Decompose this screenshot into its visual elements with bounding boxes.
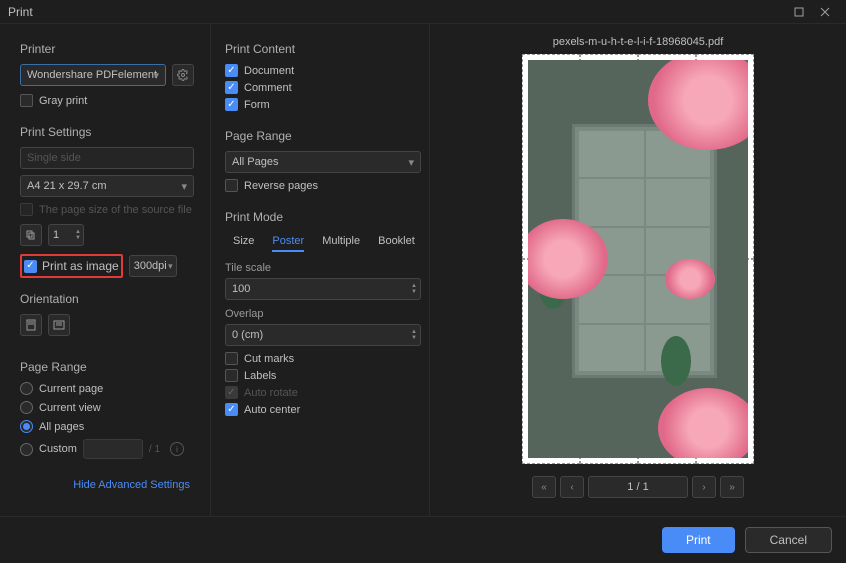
page-range-mid-label: Page Range: [225, 129, 421, 143]
pager-first-button[interactable]: «: [532, 476, 556, 498]
tab-size[interactable]: Size: [233, 232, 254, 252]
copies-icon: [20, 224, 42, 246]
tile-scale-label: Tile scale: [225, 262, 421, 274]
dpi-value: 300dpi: [134, 260, 167, 272]
custom-radio[interactable]: Custom / 1 i: [20, 439, 194, 459]
printer-select-value: Wondershare PDFelement: [27, 69, 157, 81]
hide-advanced-link[interactable]: Hide Advanced Settings: [20, 479, 194, 491]
cancel-button[interactable]: Cancel: [745, 527, 832, 553]
current-view-radio[interactable]: Current view: [20, 401, 194, 414]
print-as-image-highlight: Print as image: [20, 254, 123, 278]
print-as-image-checkbox[interactable]: [24, 260, 37, 273]
preview-panel: pexels-m-u-h-t-e-l-i-f-18968045.pdf « ‹ …: [430, 24, 846, 516]
info-icon[interactable]: i: [170, 442, 184, 456]
chevron-down-icon: ▾: [153, 69, 159, 82]
document-checkbox[interactable]: Document: [225, 64, 421, 77]
printer-settings-button[interactable]: [172, 64, 194, 86]
source-size-label: The page size of the source file: [39, 204, 192, 216]
labels-checkbox[interactable]: Labels: [225, 369, 421, 382]
paper-size-value: A4 21 x 29.7 cm: [27, 180, 107, 192]
printer-section-label: Printer: [20, 42, 194, 56]
preview-image: [528, 60, 748, 458]
auto-rotate-checkbox: Auto rotate: [225, 386, 421, 399]
dpi-select[interactable]: 300dpi ▾: [129, 255, 177, 277]
page-range-value: All Pages: [232, 156, 278, 168]
current-page-radio[interactable]: Current page: [20, 382, 194, 395]
orientation-label: Orientation: [20, 292, 194, 306]
orientation-portrait-button[interactable]: [20, 314, 42, 336]
print-mode-tabs: Size Poster Multiple Booklet: [233, 232, 421, 252]
cut-marks-checkbox[interactable]: Cut marks: [225, 352, 421, 365]
footer: Print Cancel: [0, 516, 846, 563]
chevron-down-icon: ▾: [408, 156, 414, 169]
spinner-arrows-icon[interactable]: ▲▼: [75, 229, 81, 241]
auto-center-checkbox[interactable]: Auto center: [225, 403, 421, 416]
all-pages-radio[interactable]: All pages: [20, 420, 194, 433]
spinner-arrows-icon[interactable]: ▲▼: [411, 283, 417, 295]
maximize-icon[interactable]: [786, 2, 812, 22]
print-button[interactable]: Print: [662, 527, 735, 553]
page-range-label: Page Range: [20, 360, 194, 374]
duplex-select[interactable]: Single side: [20, 147, 194, 169]
middle-panel: Print Content Document Comment Form Page…: [210, 24, 430, 516]
print-content-label: Print Content: [225, 42, 421, 56]
page-range-select[interactable]: All Pages ▾: [225, 151, 421, 173]
copies-spinner[interactable]: 1 ▲▼: [48, 224, 84, 246]
overlap-spinner[interactable]: 0 (cm) ▲▼: [225, 324, 421, 346]
form-checkbox[interactable]: Form: [225, 98, 421, 111]
custom-range-input[interactable]: [83, 439, 143, 459]
window-title: Print: [8, 5, 33, 19]
gray-print-checkbox[interactable]: Gray print: [20, 94, 194, 107]
gray-print-label: Gray print: [39, 95, 87, 107]
source-size-checkbox: The page size of the source file: [20, 203, 194, 216]
copies-value: 1: [53, 229, 59, 241]
orientation-landscape-button[interactable]: [48, 314, 70, 336]
tab-poster[interactable]: Poster: [272, 232, 304, 252]
print-as-image-label: Print as image: [42, 259, 119, 273]
pager-next-button[interactable]: ›: [692, 476, 716, 498]
tile-scale-spinner[interactable]: 100 ▲▼: [225, 278, 421, 300]
tab-multiple[interactable]: Multiple: [322, 232, 360, 252]
comment-checkbox[interactable]: Comment: [225, 81, 421, 94]
preview-page: [522, 54, 754, 464]
duplex-value: Single side: [27, 152, 81, 164]
tab-booklet[interactable]: Booklet: [378, 232, 415, 252]
preview-filename: pexels-m-u-h-t-e-l-i-f-18968045.pdf: [553, 36, 724, 48]
pager: « ‹ 1 / 1 › »: [532, 476, 744, 498]
pager-prev-button[interactable]: ‹: [560, 476, 584, 498]
close-icon[interactable]: [812, 2, 838, 22]
reverse-pages-checkbox[interactable]: Reverse pages: [225, 179, 421, 192]
spinner-arrows-icon[interactable]: ▲▼: [411, 329, 417, 341]
overlap-label: Overlap: [225, 308, 421, 320]
titlebar: Print: [0, 0, 846, 24]
pager-last-button[interactable]: »: [720, 476, 744, 498]
printer-select[interactable]: Wondershare PDFelement ▾: [20, 64, 166, 86]
print-settings-label: Print Settings: [20, 125, 194, 139]
print-mode-label: Print Mode: [225, 210, 421, 224]
left-panel: Printer Wondershare PDFelement ▾ Gray pr…: [0, 24, 210, 516]
page-display: 1 / 1: [588, 476, 688, 498]
chevron-down-icon: ▾: [181, 180, 187, 193]
chevron-down-icon: ▾: [168, 261, 173, 272]
paper-size-select[interactable]: A4 21 x 29.7 cm ▾: [20, 175, 194, 197]
